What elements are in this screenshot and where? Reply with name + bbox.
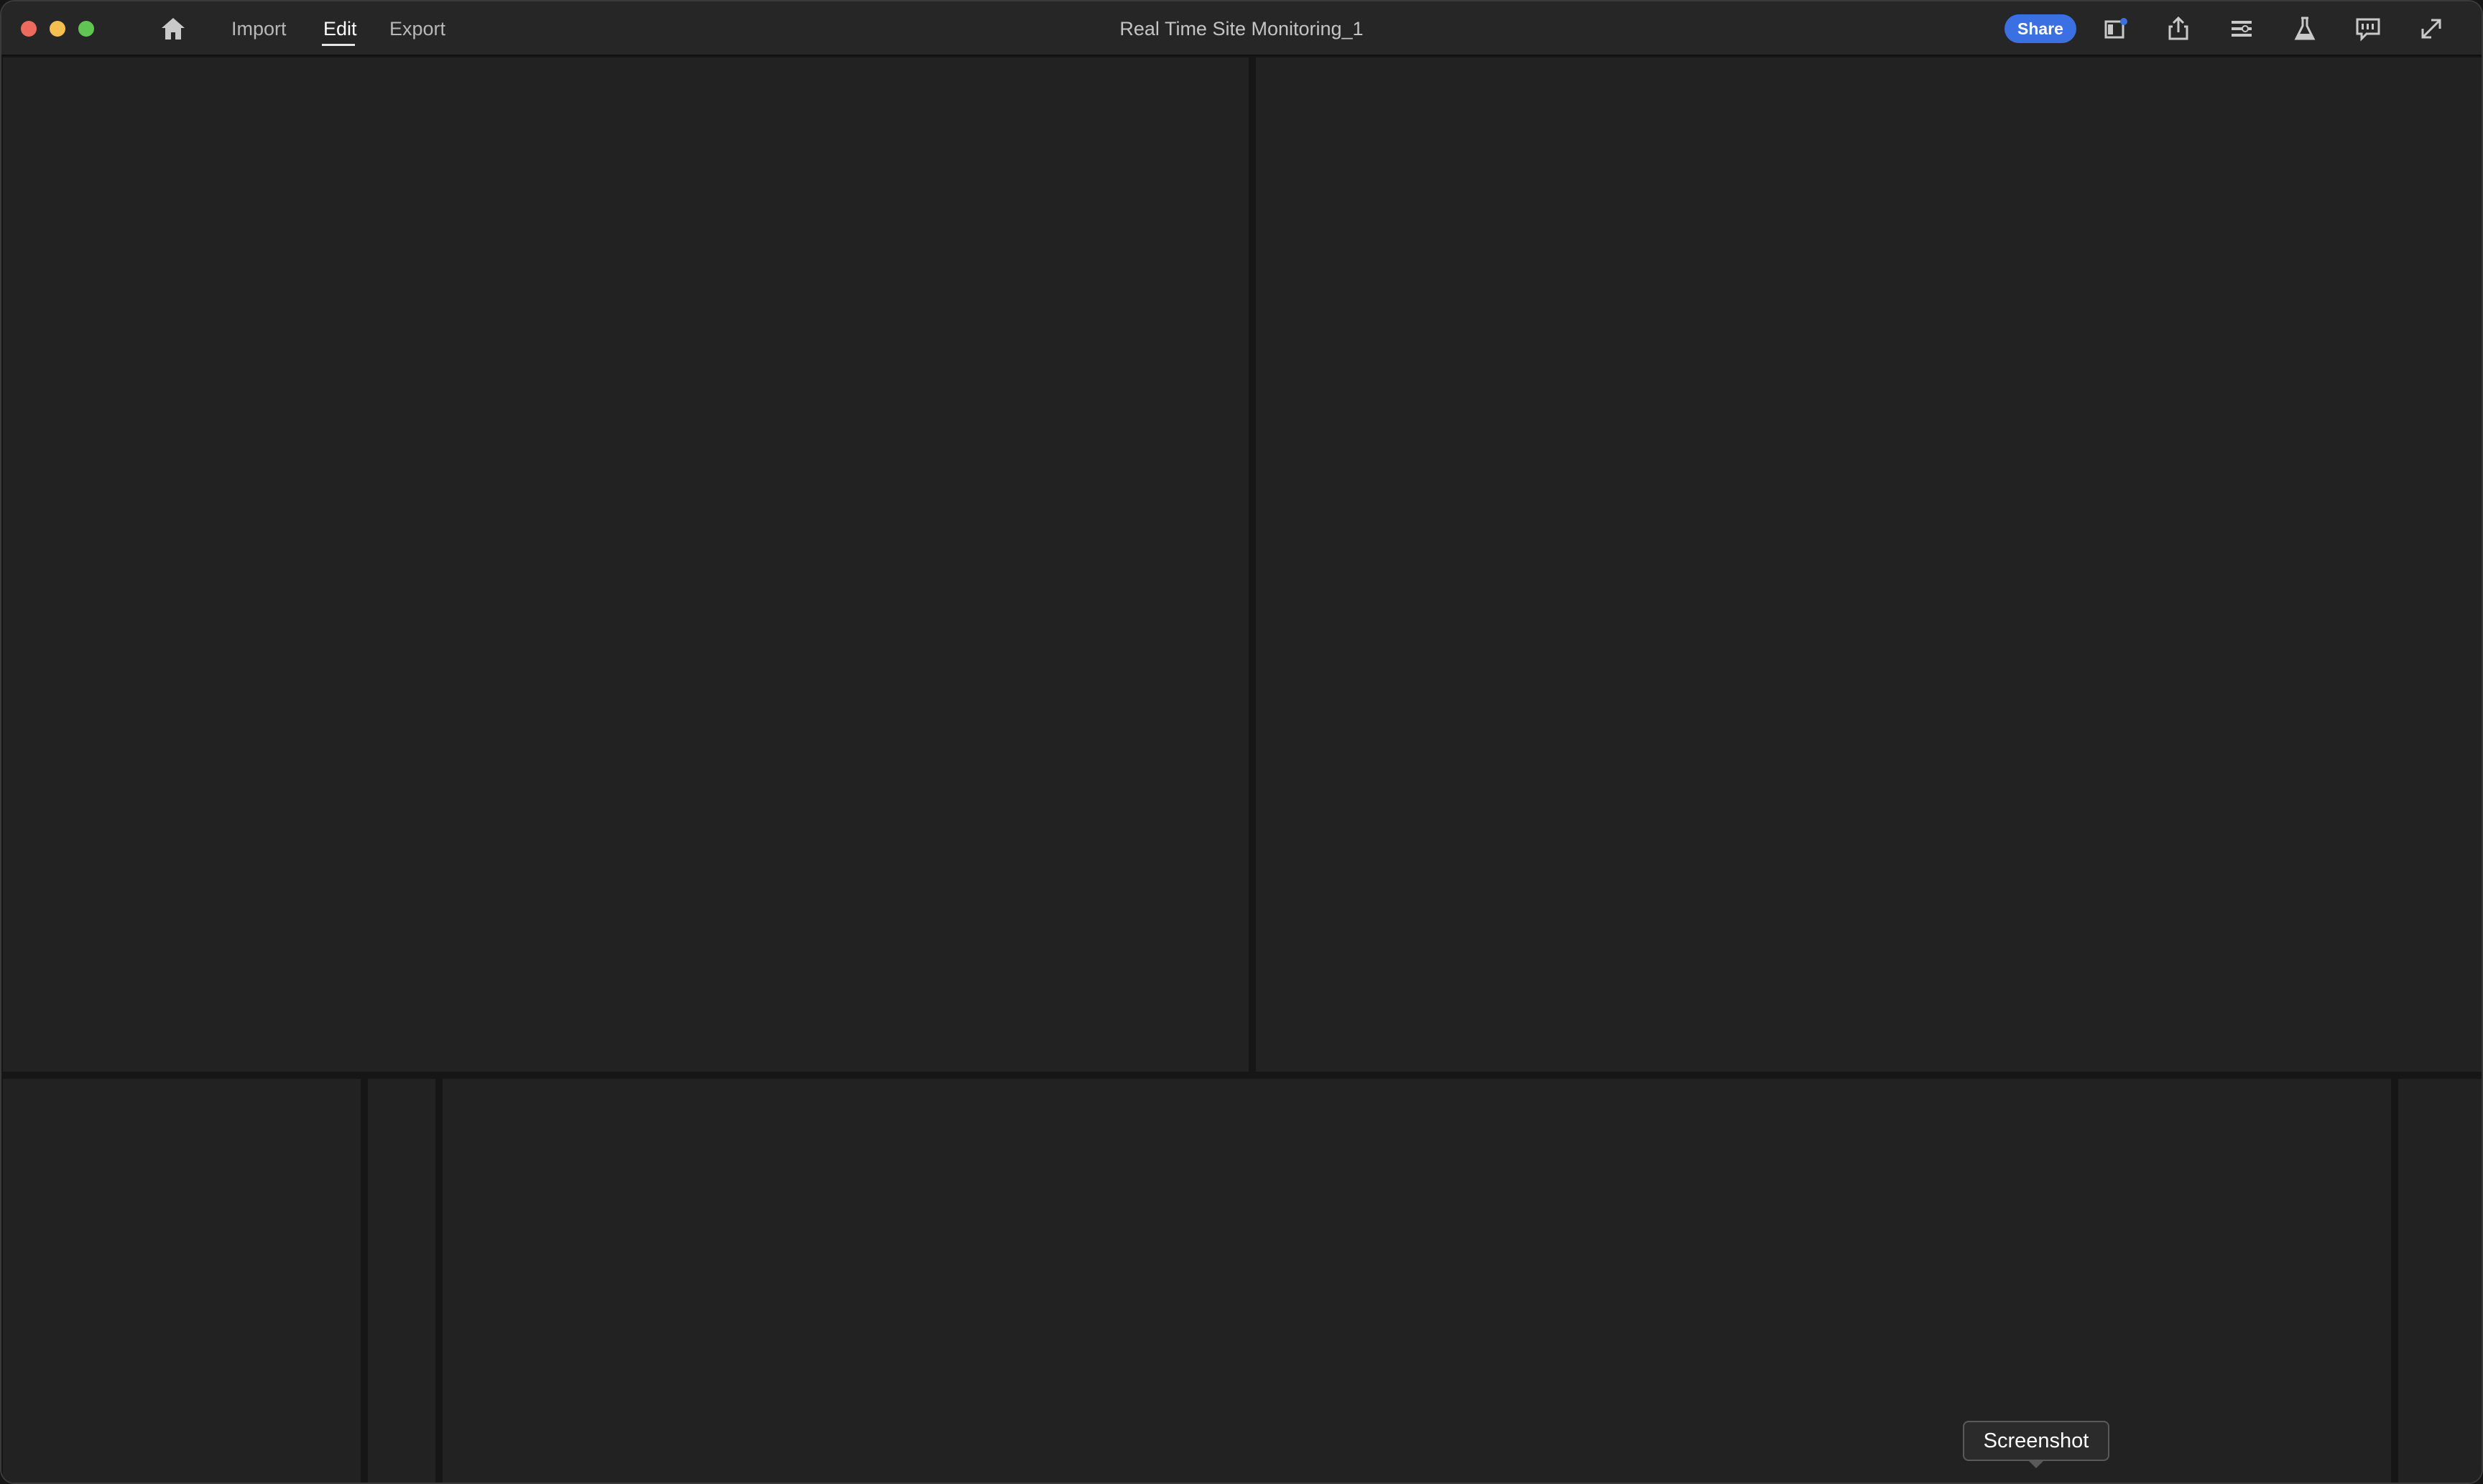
close-window-button[interactable] [21,21,37,37]
zoom-window-button[interactable] [78,21,94,37]
feedback-chat-icon[interactable] [2354,14,2382,43]
menu-import[interactable]: Import [231,17,287,40]
screenshot-tooltip: Screenshot [1963,1421,2109,1461]
menu-export[interactable]: Export [389,17,445,40]
share-button[interactable]: Share [2005,14,2076,43]
list-settings-icon[interactable] [2227,14,2256,43]
home-icon[interactable] [159,16,187,42]
tools-panel[interactable] [368,1079,435,1483]
audio-meters-panel[interactable] [2398,1079,2482,1483]
project-panel[interactable] [3,1079,361,1483]
tooltip-arrow [2027,1460,2045,1468]
program-monitor-panel[interactable] [1256,57,2482,1072]
menu-edit[interactable]: Edit [323,17,357,40]
active-tab-indicator [322,44,355,46]
panel-notification-icon[interactable] [2101,14,2130,43]
title-bar: Import Edit Export Real Time Site Monito… [1,1,2482,56]
document-title: Real Time Site Monitoring_1 [1119,18,1364,40]
source-monitor-panel[interactable] [3,57,1249,1072]
app-window: Import Edit Export Real Time Site Monito… [0,0,2483,1484]
lab-flask-icon[interactable] [2290,14,2319,43]
fullscreen-icon[interactable] [2417,14,2446,43]
minimize-window-button[interactable] [50,21,65,37]
export-share-icon[interactable] [2164,14,2193,43]
